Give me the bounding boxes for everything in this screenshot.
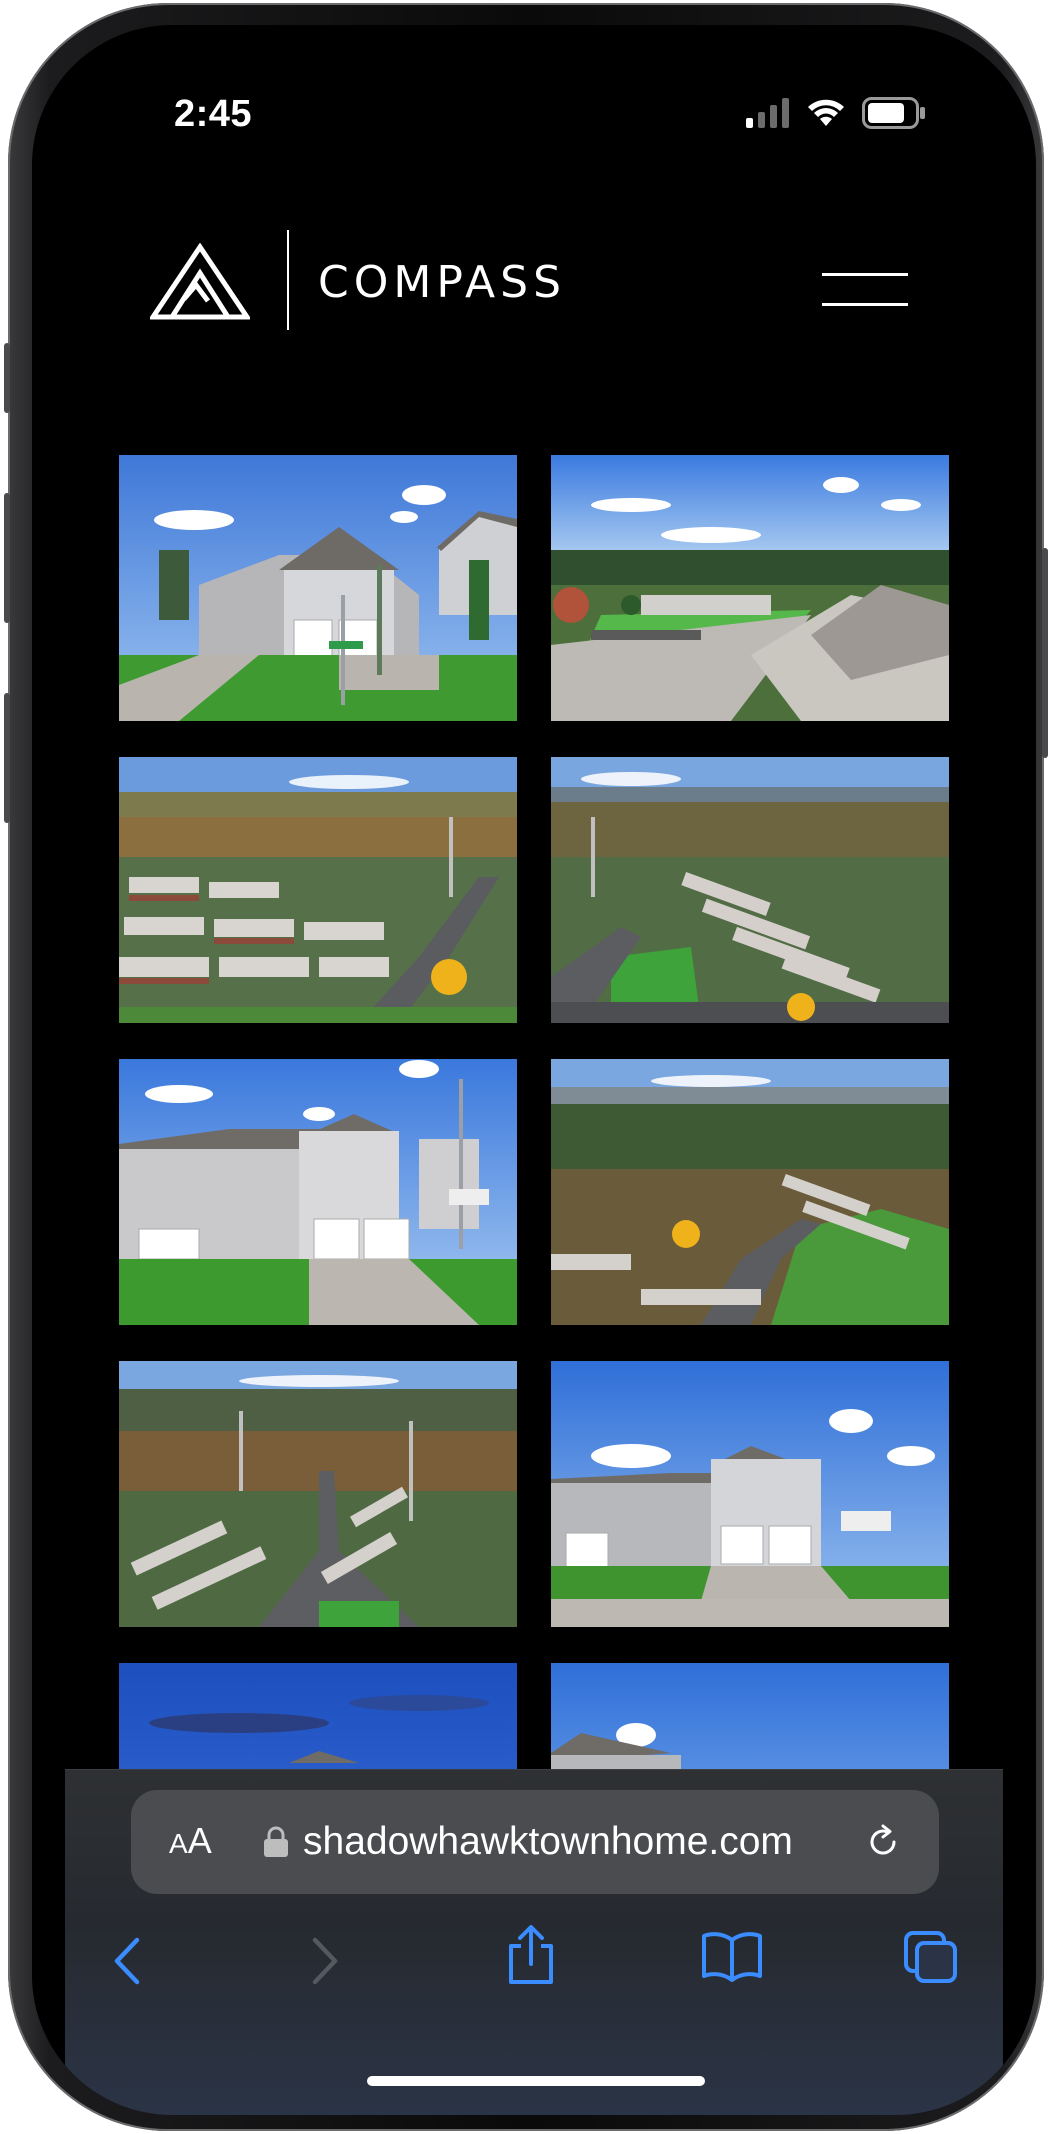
- phone-screen: 2:45 COMPASS AA shadowhawktownhome.com: [32, 25, 1036, 2115]
- url-display[interactable]: shadowhawktownhome.com: [303, 1820, 793, 1864]
- lock-icon: [263, 1826, 289, 1863]
- reload-icon[interactable]: [863, 1822, 903, 1867]
- browser-bottom-bar: AA shadowhawktownhome.com: [65, 1769, 1003, 2115]
- photo-gallery: [119, 455, 949, 1795]
- phone-frame: 2:45 COMPASS AA shadowhawktownhome.com: [4, 3, 1048, 2131]
- gallery-photo-house-front-wide[interactable]: [551, 1361, 949, 1627]
- status-time: 2:45: [174, 93, 253, 135]
- battery-icon: [862, 97, 926, 134]
- silent-switch: [4, 343, 10, 413]
- tabs-icon[interactable]: [903, 1930, 959, 1989]
- gallery-photo-aerial-powerlines-street[interactable]: [119, 1361, 517, 1627]
- logo-divider: [287, 230, 289, 330]
- gallery-photo-house-front-garage[interactable]: [119, 1059, 517, 1325]
- bookmarks-book-icon[interactable]: [701, 1930, 763, 1987]
- power-button: [1042, 548, 1048, 758]
- share-icon[interactable]: [505, 1924, 557, 1991]
- hamburger-menu-icon[interactable]: [822, 265, 908, 315]
- compass-logo-icon[interactable]: [148, 242, 252, 323]
- address-bar[interactable]: AA shadowhawktownhome.com: [131, 1790, 939, 1894]
- cellular-signal-icon: [746, 98, 790, 133]
- volume-down-button: [4, 693, 10, 823]
- home-indicator[interactable]: [367, 2076, 705, 2086]
- gallery-photo-aerial-valley-view[interactable]: [551, 1059, 949, 1325]
- status-icons: [746, 97, 926, 134]
- forward-chevron-icon[interactable]: [307, 1936, 341, 1991]
- gallery-photo-aerial-neighborhood-wide[interactable]: [551, 757, 949, 1023]
- gallery-photo-aerial-townhome-community[interactable]: [119, 757, 517, 1023]
- volume-up-button: [4, 493, 10, 623]
- gallery-photo-aerial-parking-lot[interactable]: [551, 455, 949, 721]
- back-chevron-icon[interactable]: [111, 1936, 145, 1991]
- brand-name[interactable]: COMPASS: [318, 257, 566, 308]
- text-size-button[interactable]: AA: [169, 1820, 212, 1862]
- gallery-photo-house-front-corner[interactable]: [119, 455, 517, 721]
- wifi-icon: [806, 98, 846, 133]
